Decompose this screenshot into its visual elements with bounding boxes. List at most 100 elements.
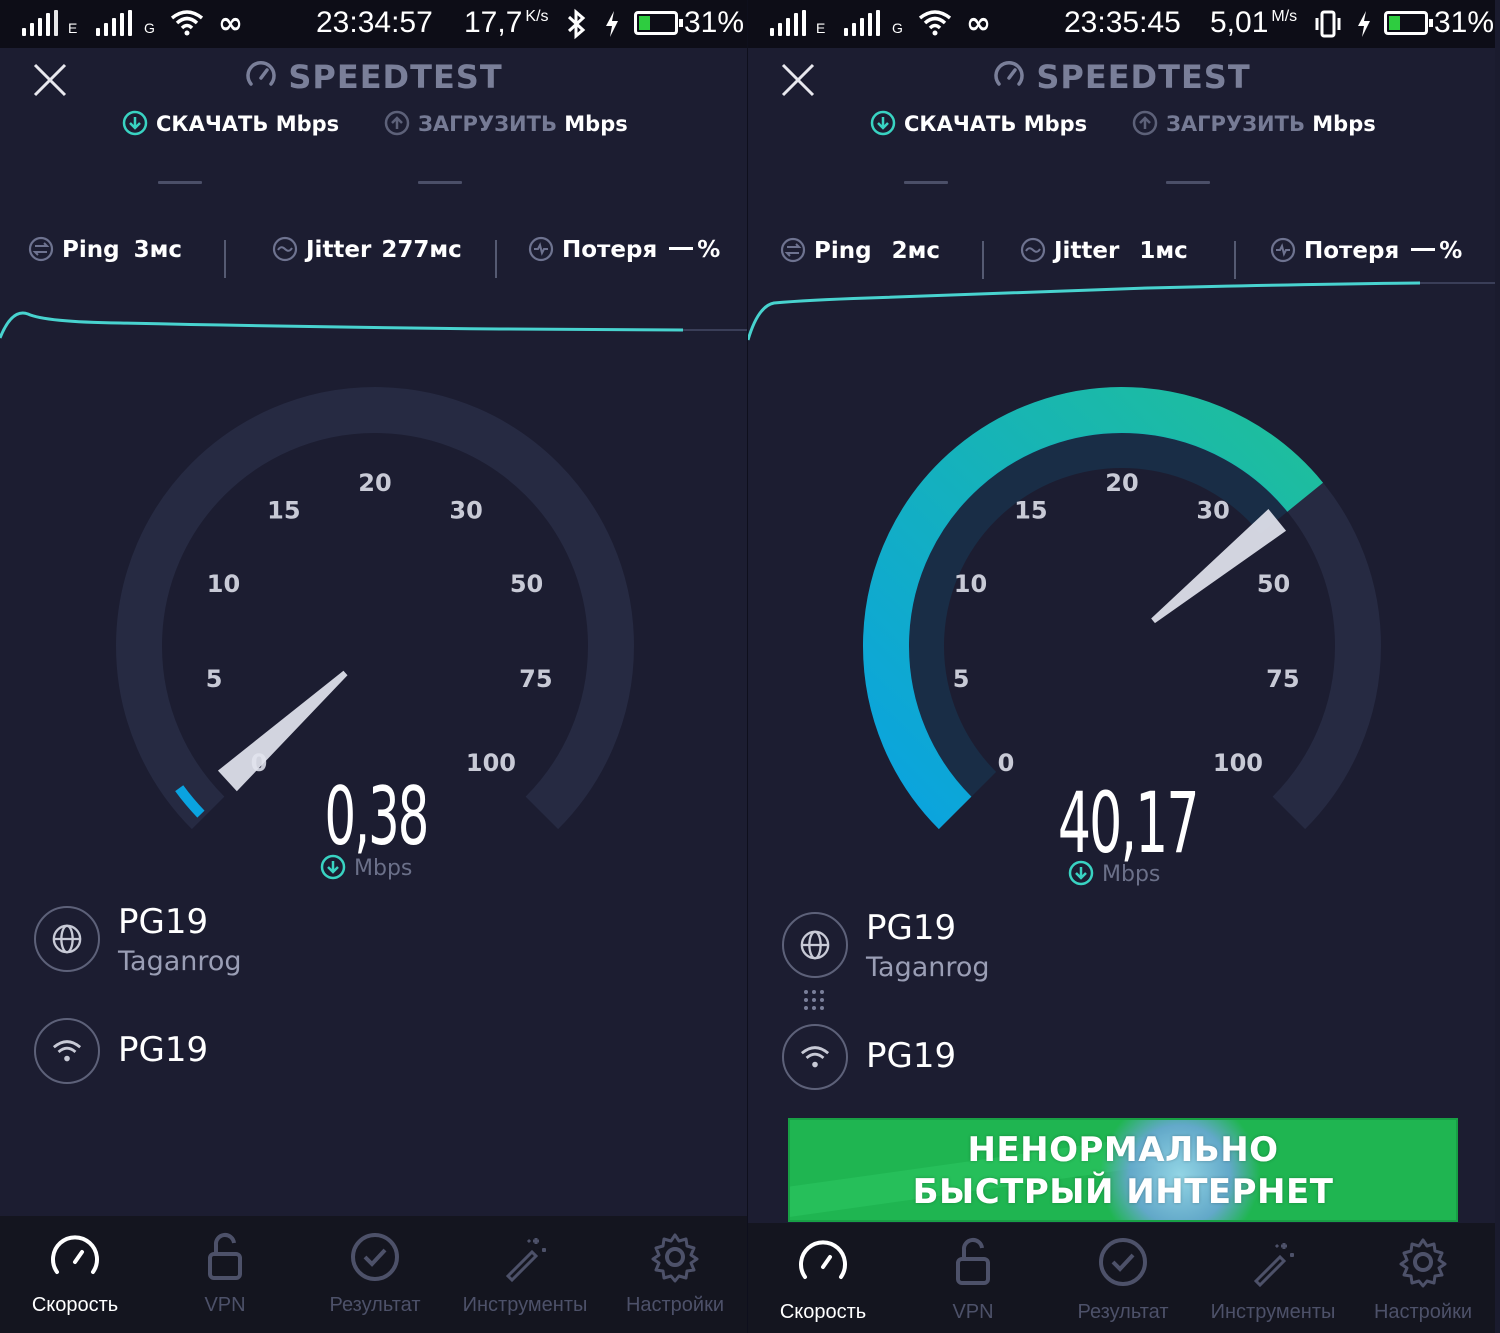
ping-metric: Ping 3мс bbox=[28, 236, 182, 263]
check-circle-icon bbox=[351, 1233, 399, 1281]
metric-separator bbox=[224, 240, 226, 278]
status-bar: E G ∞ 23:35:45 5,01 M/s 31% bbox=[748, 0, 1495, 48]
loss-icon bbox=[528, 236, 554, 262]
gauge-tick-label: 50 bbox=[510, 570, 543, 598]
globe-icon bbox=[34, 906, 100, 972]
wifi-icon bbox=[170, 10, 204, 36]
connection-dots-icon bbox=[804, 990, 824, 1010]
bluetooth-icon bbox=[567, 8, 586, 40]
gauge-tick-label: 75 bbox=[519, 665, 552, 693]
upload-icon bbox=[384, 110, 410, 136]
nav-speed[interactable]: Скорость bbox=[748, 1223, 898, 1333]
tab-download[interactable]: СКАЧАТЬ Mbps bbox=[870, 110, 1087, 136]
nav-tools[interactable]: Инструменты bbox=[1198, 1223, 1348, 1333]
network-info[interactable]: PG19 bbox=[782, 1024, 1462, 1104]
network-name: PG19 bbox=[866, 1036, 957, 1076]
vibrate-icon bbox=[1315, 10, 1341, 38]
metric-separator bbox=[495, 240, 497, 278]
app-title: SPEEDTEST bbox=[0, 58, 747, 96]
loss-metric: Потеря% bbox=[1270, 237, 1462, 264]
gauge-tick-label: 75 bbox=[1266, 665, 1299, 693]
nav-results[interactable]: Результат bbox=[1048, 1223, 1198, 1333]
upload-value-placeholder bbox=[418, 181, 462, 184]
metric-separator bbox=[982, 241, 984, 279]
gauge-tick-label: 20 bbox=[358, 469, 391, 497]
gauge-tick-label: 15 bbox=[1014, 497, 1047, 525]
banner-line-2: БЫСТРЫЙ ИНТЕРНЕТ bbox=[912, 1172, 1334, 1212]
download-icon bbox=[1068, 860, 1094, 886]
speed-graph bbox=[0, 311, 747, 339]
status-speed: 17,7 K/s bbox=[464, 6, 549, 39]
gauge-tick-label: 50 bbox=[1257, 570, 1290, 598]
wifi-icon bbox=[782, 1024, 848, 1090]
measure-tabs: СКАЧАТЬ Mbps ЗАГРУЗИТЬ Mbps bbox=[0, 110, 747, 150]
nav-tools[interactable]: Инструменты bbox=[450, 1216, 600, 1333]
nav-settings[interactable]: Настройки bbox=[1348, 1223, 1495, 1333]
signal-icon bbox=[96, 10, 136, 36]
network-name: PG19 bbox=[118, 1030, 209, 1070]
signal-icon bbox=[844, 10, 884, 36]
gauge-tick-label: 5 bbox=[953, 665, 970, 693]
nav-speed[interactable]: Скорость bbox=[0, 1216, 150, 1333]
battery-percent: 31% bbox=[684, 6, 745, 39]
metrics-row: Ping 2мс Jitter 1мс Потеря% bbox=[748, 237, 1495, 281]
bottom-nav: Скорость VPN Результат Инструменты Настр… bbox=[748, 1223, 1495, 1333]
battery-percent: 31% bbox=[1434, 6, 1495, 39]
download-value-placeholder bbox=[158, 181, 202, 184]
server-info[interactable]: PG19 Taganrog bbox=[782, 908, 1462, 992]
charging-icon bbox=[606, 11, 618, 37]
gauge-tick-label: 5 bbox=[206, 665, 223, 693]
signal-icon bbox=[22, 10, 62, 36]
jitter-icon bbox=[272, 236, 298, 262]
nav-settings[interactable]: Настройки bbox=[600, 1216, 747, 1333]
gauge-tick-label: 10 bbox=[954, 570, 987, 598]
bottom-nav: Скорость VPN Результат Инструменты Настр… bbox=[0, 1216, 747, 1333]
gauge-tick-label: 20 bbox=[1105, 469, 1138, 497]
network-type-1: E bbox=[68, 20, 78, 36]
ad-banner[interactable]: НЕНОРМАЛЬНО БЫСТРЫЙ ИНТЕРНЕТ bbox=[788, 1118, 1458, 1222]
speed-unit: Mbps bbox=[1068, 860, 1160, 887]
gear-icon bbox=[651, 1233, 699, 1283]
tab-upload[interactable]: ЗАГРУЗИТЬ Mbps bbox=[1132, 110, 1376, 136]
comparison-image: E G ∞ 23:34:57 17,7 K/s 31% SPEEDTEST СК… bbox=[0, 0, 1500, 1333]
network-type-2: G bbox=[144, 20, 155, 36]
ping-metric: Ping 2мс bbox=[780, 237, 940, 264]
infinity-icon: ∞ bbox=[966, 6, 991, 41]
status-bar: E G ∞ 23:34:57 17,7 K/s 31% bbox=[0, 0, 747, 48]
ping-icon bbox=[28, 236, 54, 262]
speed-value: 40,17 bbox=[1057, 774, 1200, 872]
network-info[interactable]: PG19 bbox=[34, 1018, 714, 1098]
speedometer-icon bbox=[51, 1235, 99, 1274]
status-time: 23:35:45 bbox=[1064, 6, 1181, 39]
nav-results[interactable]: Результат bbox=[300, 1216, 450, 1333]
gauge-tick-label: 0 bbox=[998, 749, 1015, 777]
wifi-icon bbox=[918, 10, 952, 36]
gauge-tick-label: 30 bbox=[1196, 497, 1229, 525]
status-speed: 5,01 M/s bbox=[1210, 6, 1298, 39]
nav-vpn[interactable]: VPN bbox=[898, 1223, 1048, 1333]
server-location: Taganrog bbox=[118, 946, 242, 977]
server-name: PG19 bbox=[866, 908, 957, 948]
gauge-tick-label: 100 bbox=[466, 749, 516, 777]
network-type-1: E bbox=[816, 20, 826, 36]
tab-upload[interactable]: ЗАГРУЗИТЬ Mbps bbox=[384, 110, 628, 136]
loss-metric: Потеря% bbox=[528, 236, 720, 263]
jitter-metric: Jitter 277мс bbox=[272, 236, 462, 263]
nav-vpn[interactable]: VPN bbox=[150, 1216, 300, 1333]
gauge-needle bbox=[1151, 509, 1287, 624]
gauge-tick-label: 10 bbox=[207, 570, 240, 598]
metric-separator bbox=[1234, 241, 1236, 279]
ping-icon bbox=[780, 237, 806, 263]
speedometer-icon bbox=[994, 60, 1025, 86]
lock-icon bbox=[208, 1233, 242, 1280]
globe-icon bbox=[782, 912, 848, 978]
upload-icon bbox=[1132, 110, 1158, 136]
speed-unit: Mbps bbox=[320, 854, 412, 881]
tab-download[interactable]: СКАЧАТЬ Mbps bbox=[122, 110, 339, 136]
magic-wand-icon bbox=[1253, 1243, 1294, 1288]
speedometer-icon bbox=[799, 1240, 847, 1279]
server-info[interactable]: PG19 Taganrog bbox=[34, 902, 714, 986]
jitter-metric: Jitter 1мс bbox=[1020, 237, 1188, 264]
battery-icon bbox=[1384, 11, 1433, 35]
loss-icon bbox=[1270, 237, 1296, 263]
